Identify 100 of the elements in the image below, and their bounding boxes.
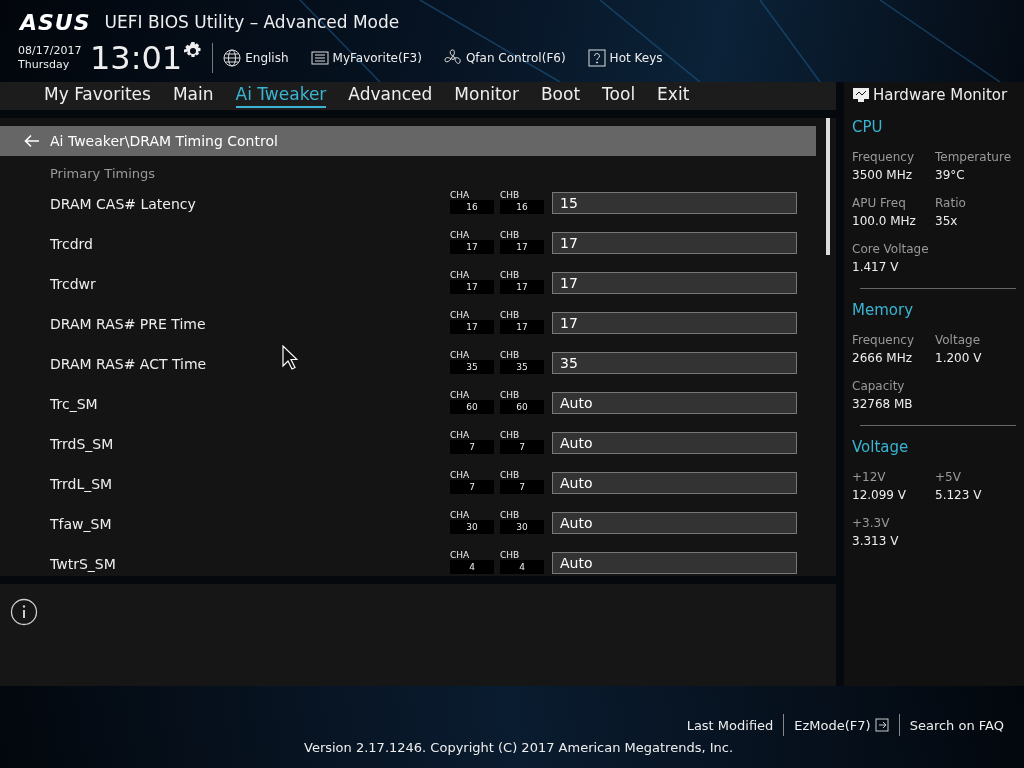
menu-tab[interactable]: Ai Tweaker xyxy=(235,84,327,108)
footer-link[interactable]: Search on FAQ xyxy=(899,717,1014,733)
setting-label[interactable]: Trcdrd xyxy=(0,230,450,252)
reading-label: +5V xyxy=(935,470,962,484)
channel-value: 35 xyxy=(450,360,494,374)
menu-tab[interactable]: Tool xyxy=(602,84,636,108)
channel-value: 7 xyxy=(500,480,544,494)
value-field[interactable]: Auto xyxy=(552,392,797,414)
setting-label[interactable]: TrrdL_SM xyxy=(0,470,450,492)
clock: 13:01 xyxy=(90,40,183,76)
channel-value: 17 xyxy=(450,320,494,334)
monitor-icon xyxy=(852,87,870,103)
setting-label[interactable]: TrrdS_SM xyxy=(0,430,450,452)
setting-label[interactable]: Trcdwr xyxy=(0,270,450,292)
value-field[interactable]: 17 xyxy=(552,272,797,294)
channel-label: CHB xyxy=(500,270,521,280)
value-field[interactable]: 15 xyxy=(552,192,797,214)
value-field[interactable]: 17 xyxy=(552,232,797,254)
setting-label[interactable]: TwtrS_SM xyxy=(0,550,450,572)
reading-value: 2666 MHz xyxy=(852,351,914,365)
channel-label: CHA xyxy=(450,190,471,200)
channel-label: CHB xyxy=(500,230,521,240)
channel-label: CHB xyxy=(500,470,521,480)
channel-label: CHA xyxy=(450,470,471,480)
toolbar-button[interactable]: MyFavorite(F3) xyxy=(310,49,422,67)
settings-icon[interactable] xyxy=(184,42,203,60)
reading-label: +12V xyxy=(852,470,887,484)
reading-label: Voltage xyxy=(935,333,981,347)
channel-label: CHA xyxy=(450,230,471,240)
value-field[interactable]: Auto xyxy=(552,472,797,494)
value-field[interactable]: Auto xyxy=(552,512,797,534)
channel-label: CHA xyxy=(450,390,471,400)
info-icon[interactable] xyxy=(10,598,38,626)
panel-title: Hardware Monitor xyxy=(873,86,1008,104)
menu-tab[interactable]: My Favorites xyxy=(44,84,151,108)
breadcrumb-bar[interactable]: Ai Tweaker\DRAM Timing Control xyxy=(0,126,816,156)
value-field[interactable]: 35 xyxy=(552,352,797,374)
reading-label: Frequency xyxy=(852,150,915,164)
channel-label: CHB xyxy=(500,430,521,440)
channel-label: CHA xyxy=(450,310,471,320)
reading-label: Ratio xyxy=(935,196,967,210)
channel-label: CHA xyxy=(450,550,471,560)
channel-value: 17 xyxy=(500,320,544,334)
channel-value: 60 xyxy=(500,400,544,414)
channel-label: CHA xyxy=(450,510,471,520)
channel-label: CHB xyxy=(500,350,521,360)
value-field[interactable]: Auto xyxy=(552,432,797,454)
channel-value: 30 xyxy=(500,520,544,534)
footer-link[interactable]: EzMode(F7) xyxy=(784,717,899,733)
weekday: Thursday xyxy=(18,58,71,72)
toolbar-button[interactable]: Hot Keys xyxy=(587,49,663,67)
fan-icon xyxy=(443,49,462,67)
channel-value: 17 xyxy=(450,240,494,254)
footer-link[interactable]: Last Modified xyxy=(676,717,784,733)
exit-icon xyxy=(874,718,889,732)
menu-tab[interactable]: Exit xyxy=(657,84,690,108)
reading-value: 35x xyxy=(935,214,959,228)
menu-tab[interactable]: Main xyxy=(172,84,214,108)
setting-label[interactable]: DRAM RAS# PRE Time xyxy=(0,310,450,332)
reading-label: Frequency xyxy=(852,333,915,347)
reading-value: 39°C xyxy=(935,168,966,182)
group-heading: CPU xyxy=(852,118,884,136)
reading-label: Temperature xyxy=(935,150,1012,164)
channel-label: CHA xyxy=(450,430,471,440)
channel-value: 7 xyxy=(500,440,544,454)
value-field[interactable]: 17 xyxy=(552,312,797,334)
setting-label[interactable]: DRAM RAS# ACT Time xyxy=(0,350,450,372)
channel-value: 17 xyxy=(500,280,544,294)
scrollbar-thumb[interactable] xyxy=(826,118,830,255)
reading-value: 32768 MB xyxy=(852,397,914,411)
question-icon xyxy=(587,49,606,67)
globe-icon xyxy=(223,49,242,67)
reading-label: APU Freq xyxy=(852,196,907,210)
toolbar-button[interactable]: Qfan Control(F6) xyxy=(443,49,566,67)
date: 08/17/2017 xyxy=(18,44,83,58)
setting-label[interactable]: Trc_SM xyxy=(0,390,450,412)
group-heading: Memory xyxy=(852,301,914,319)
setting-label[interactable]: DRAM CAS# Latency xyxy=(0,190,450,212)
channel-value: 7 xyxy=(450,440,494,454)
channel-value: 60 xyxy=(450,400,494,414)
channel-value: 4 xyxy=(500,560,544,574)
channel-label: CHB xyxy=(500,190,521,200)
channel-label: CHB xyxy=(500,390,521,400)
setting-label[interactable]: Tfaw_SM xyxy=(0,510,450,532)
channel-value: 7 xyxy=(450,480,494,494)
reading-value: 12.099 V xyxy=(852,488,907,502)
reading-value: 5.123 V xyxy=(935,488,983,502)
menu-tab[interactable]: Monitor xyxy=(454,84,519,108)
channel-label: CHA xyxy=(450,350,471,360)
channel-value: 4 xyxy=(450,560,494,574)
reading-value: 3500 MHz xyxy=(852,168,914,182)
menu-tab[interactable]: Boot xyxy=(540,84,581,108)
group-heading: Voltage xyxy=(852,438,910,456)
channel-label: CHB xyxy=(500,550,521,560)
reading-value: 100.0 MHz xyxy=(852,214,917,228)
toolbar-button[interactable]: English xyxy=(223,49,289,67)
channel-value: 16 xyxy=(500,200,544,214)
menu-tab[interactable]: Advanced xyxy=(348,84,433,108)
value-field[interactable]: Auto xyxy=(552,552,797,574)
channel-label: CHA xyxy=(450,270,471,280)
